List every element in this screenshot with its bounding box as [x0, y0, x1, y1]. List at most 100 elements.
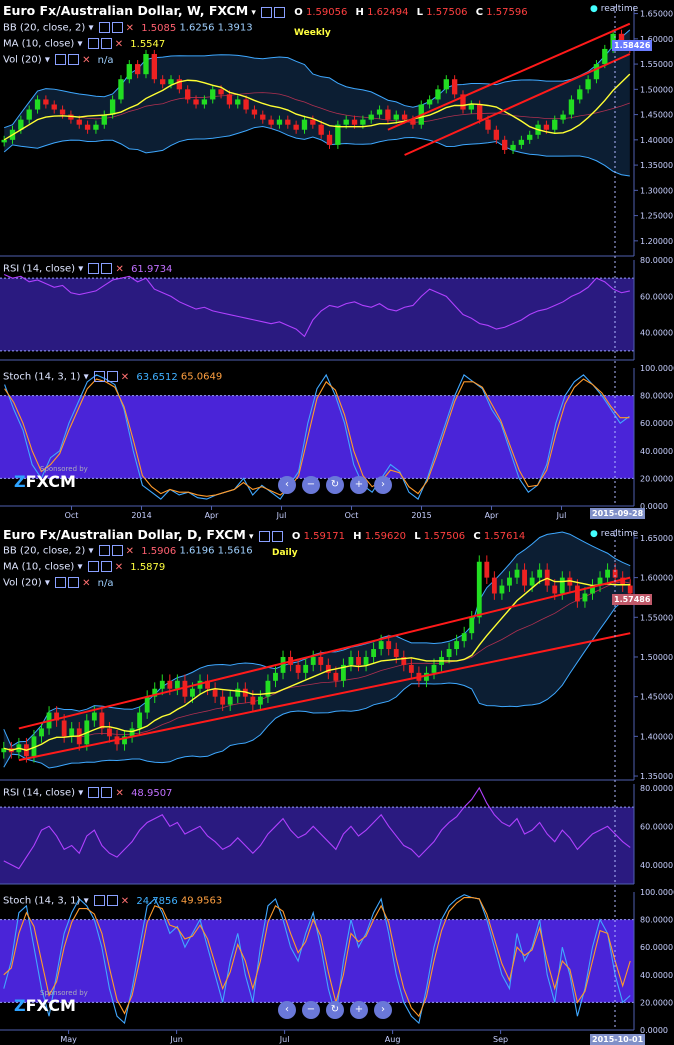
weekly-symbol-title[interactable]: Euro Fx/Australian Dollar, W, FXCM [3, 3, 248, 18]
settings-icon[interactable] [88, 787, 100, 798]
settings-icon[interactable] [258, 530, 270, 542]
close-icon[interactable]: ✕ [82, 55, 90, 66]
reset-icon[interactable]: ↻ [326, 476, 344, 494]
reset-icon[interactable]: ↻ [326, 1001, 344, 1019]
gear-icon[interactable] [100, 561, 112, 572]
daily-symbol-title[interactable]: Euro Fx/Australian Dollar, D, FXCM [3, 527, 246, 542]
ma-indicator-label[interactable]: MA (10, close) [3, 562, 74, 573]
zoom-in-icon[interactable]: + [350, 476, 368, 494]
candle-body [522, 569, 527, 586]
stoch-indicator-label[interactable]: Stoch (14, 3, 1) [3, 896, 80, 907]
settings-icon[interactable] [98, 545, 110, 556]
bb-buttons[interactable] [97, 22, 123, 34]
candle-body [385, 109, 391, 120]
candle-body [605, 569, 610, 578]
fxcm-logo-icon: Z [14, 472, 26, 491]
chevron-down-icon[interactable]: ▾ [77, 562, 82, 573]
settings-icon[interactable] [93, 895, 105, 906]
rsi-indicator-label[interactable]: RSI (14, close) [3, 264, 75, 275]
gear-icon[interactable] [106, 895, 118, 906]
chevron-down-icon[interactable]: ▾ [77, 39, 82, 50]
chevron-down-icon[interactable]: ▾ [45, 578, 50, 589]
weekly-title-buttons[interactable] [259, 6, 286, 18]
scroll-right-icon[interactable]: › [374, 476, 392, 494]
candle-body [43, 99, 49, 105]
stoch-buttons[interactable] [92, 895, 118, 907]
settings-icon[interactable] [87, 38, 99, 49]
close-icon[interactable]: ✕ [126, 23, 134, 34]
bb-indicator-label[interactable]: BB (20, close, 2) [3, 546, 85, 557]
gear-icon[interactable] [274, 6, 286, 18]
vol-indicator-label[interactable]: Vol (20) [3, 55, 42, 66]
candle-body [544, 569, 550, 586]
settings-icon[interactable] [88, 263, 100, 274]
zoom-out-icon[interactable]: − [302, 1001, 320, 1019]
chevron-down-icon[interactable]: ▾ [88, 23, 93, 34]
daily-title-buttons[interactable] [257, 530, 283, 542]
settings-icon[interactable] [261, 6, 273, 18]
ma-buttons[interactable] [86, 561, 112, 573]
close-icon[interactable]: ✕ [115, 39, 123, 50]
x-tick-label: 2015 [411, 511, 431, 520]
gear-icon[interactable] [68, 54, 80, 65]
x-tick-label: 2014 [131, 511, 151, 520]
low-value: 1.57506 [426, 7, 468, 18]
rsi-buttons[interactable] [86, 787, 113, 799]
rsi-indicator-label[interactable]: RSI (14, close) [3, 788, 75, 799]
chevron-down-icon[interactable]: ▾ [251, 8, 256, 18]
chevron-down-icon[interactable]: ▾ [84, 372, 89, 383]
close-icon[interactable]: ✕ [82, 578, 90, 589]
candle-body [518, 139, 525, 145]
scroll-left-icon[interactable]: ‹ [278, 1001, 296, 1019]
settings-icon[interactable] [87, 561, 99, 572]
gear-icon[interactable] [100, 38, 112, 49]
ma-buttons[interactable] [86, 38, 112, 50]
candle-body [201, 99, 208, 105]
chevron-down-icon[interactable]: ▾ [78, 264, 83, 275]
close-icon[interactable]: ✕ [115, 264, 123, 275]
scroll-left-icon[interactable]: ‹ [278, 476, 296, 494]
close-icon[interactable]: ✕ [121, 372, 129, 383]
gear-icon[interactable] [106, 371, 118, 382]
rsi-buttons[interactable] [86, 263, 113, 275]
ma-indicator-label[interactable]: MA (10, close) [3, 39, 74, 50]
chevron-down-icon[interactable]: ▾ [45, 55, 50, 66]
stoch-indicator-label[interactable]: Stoch (14, 3, 1) [3, 372, 80, 383]
bb-buttons[interactable] [97, 545, 123, 557]
gear-icon[interactable] [101, 787, 113, 798]
chevron-down-icon[interactable]: ▾ [78, 788, 83, 799]
settings-icon[interactable] [55, 577, 67, 588]
gear-icon[interactable] [111, 545, 123, 556]
settings-icon[interactable] [55, 54, 67, 65]
gear-icon[interactable] [271, 530, 283, 542]
fxcm-logo: ZFXCM [14, 472, 76, 491]
vol-buttons[interactable] [53, 54, 80, 66]
zoom-in-icon[interactable]: + [350, 1001, 368, 1019]
gear-icon[interactable] [68, 577, 80, 588]
x-tick-label: Jul [279, 1035, 290, 1044]
candle-body [318, 124, 324, 135]
timeframe-tag: Weekly [294, 28, 331, 38]
weekly-chart-panel: 1.65000 1.60000 1.55000 1.50000 1.45000 1.400… [0, 0, 674, 520]
vol-buttons[interactable] [53, 577, 80, 589]
candle-body [348, 656, 354, 665]
close-icon[interactable]: ✕ [115, 788, 123, 799]
bb-indicator-label[interactable]: BB (20, close, 2) [3, 23, 85, 34]
chevron-down-icon[interactable]: ▾ [84, 896, 89, 907]
zoom-out-icon[interactable]: − [302, 476, 320, 494]
chevron-down-icon[interactable]: ▾ [249, 532, 254, 542]
gear-icon[interactable] [111, 22, 123, 33]
close-icon[interactable]: ✕ [121, 896, 129, 907]
close-icon[interactable]: ✕ [115, 562, 123, 573]
scroll-right-icon[interactable]: › [374, 1001, 392, 1019]
chevron-down-icon[interactable]: ▾ [88, 546, 93, 557]
settings-icon[interactable] [93, 371, 105, 382]
gear-icon[interactable] [101, 263, 113, 274]
vol-indicator-label[interactable]: Vol (20) [3, 578, 42, 589]
settings-icon[interactable] [98, 22, 110, 33]
candle-body [368, 114, 374, 120]
stoch-buttons[interactable] [92, 371, 118, 383]
low-label: L [414, 531, 421, 542]
close-icon[interactable]: ✕ [126, 546, 134, 557]
candle-body [109, 99, 116, 115]
